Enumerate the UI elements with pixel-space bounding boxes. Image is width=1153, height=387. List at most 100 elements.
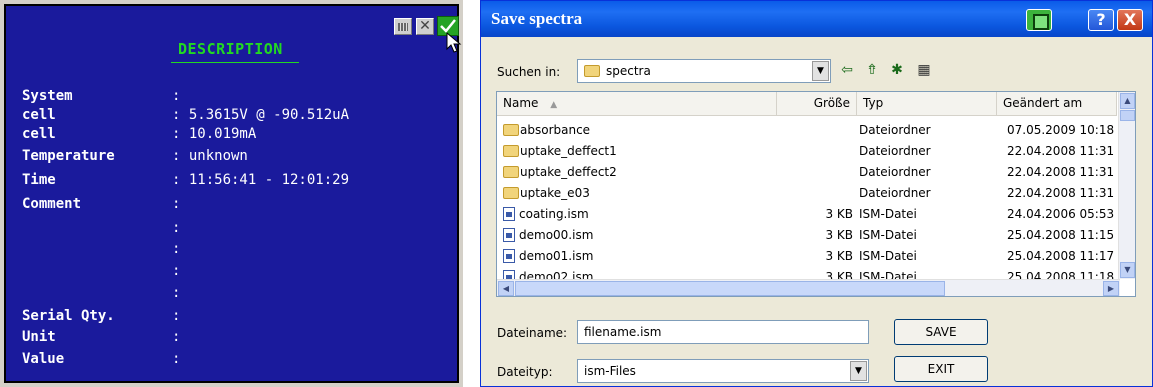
- close-button[interactable]: X: [1117, 9, 1143, 31]
- ism-file-icon: [503, 228, 515, 242]
- file-type: Dateiordner: [859, 186, 931, 200]
- file-name-text: absorbance: [520, 123, 591, 137]
- lookin-label: Suchen in:: [497, 65, 561, 79]
- lookin-dropdown[interactable]: spectra ▼: [577, 59, 831, 83]
- file-name: uptake_e03: [503, 183, 783, 204]
- field-value: : 10.019mA: [172, 126, 257, 142]
- filetype-dropdown[interactable]: ism-Files ▼: [577, 359, 869, 383]
- field-value: :: [172, 220, 181, 236]
- scroll-right-icon[interactable]: ▶: [1103, 281, 1119, 296]
- vertical-scrollbar[interactable]: ▲ ▼: [1118, 92, 1135, 279]
- file-type: Dateiordner: [859, 165, 931, 179]
- field-value: :: [172, 196, 181, 212]
- view-menu-icon[interactable]: ▦: [913, 60, 935, 80]
- file-size: 3 KB: [825, 249, 853, 263]
- filename-input[interactable]: [577, 320, 869, 344]
- folder-icon: [503, 166, 519, 178]
- file-name: coating.ism: [503, 204, 783, 225]
- file-row[interactable]: uptake_deffect1 Dateiordner 22.04.2008 11:…: [497, 141, 1117, 162]
- horizontal-scrollbar[interactable]: ◀ ▶: [497, 279, 1120, 296]
- field-label: Temperature: [22, 148, 115, 164]
- folder-icon: [503, 145, 519, 157]
- field-value: : unknown: [172, 148, 248, 164]
- field-label: Comment: [22, 196, 82, 212]
- file-name-text: demo01.ism: [519, 249, 594, 263]
- field-label: Unit: [22, 329, 56, 345]
- field-value: :: [172, 329, 181, 345]
- save-spectra-dialog: Save spectra ? X Suchen in: spectra ▼ ⇦ …: [480, 0, 1153, 387]
- description-screen: DESCRIPTION ✕ System: cell : 5.3615V @ -90…: [4, 4, 462, 383]
- column-size[interactable]: Größe: [777, 92, 857, 115]
- file-name-text: coating.ism: [519, 207, 589, 221]
- scroll-down-icon[interactable]: ▼: [1120, 262, 1135, 278]
- save-button[interactable]: SAVE: [894, 319, 988, 345]
- title-underline: [171, 62, 299, 63]
- dialog-title: Save spectra: [491, 9, 583, 28]
- scroll-thumb[interactable]: [515, 281, 945, 296]
- column-name[interactable]: Name ▲: [497, 92, 777, 115]
- scroll-thumb[interactable]: [1120, 110, 1135, 121]
- column-date[interactable]: Geändert am: [997, 92, 1117, 115]
- file-name: uptake_deffect2: [503, 162, 783, 183]
- field-value: : 5.3615V @ -90.512uA: [172, 107, 350, 123]
- back-arrow-icon[interactable]: ⇦: [836, 60, 858, 80]
- chevron-down-icon[interactable]: ▼: [812, 61, 829, 81]
- chevron-down-icon[interactable]: ▼: [850, 361, 867, 381]
- field-value: :: [172, 351, 181, 367]
- file-row[interactable]: uptake_e03 Dateiordner 22.04.2008 11:31: [497, 183, 1117, 204]
- file-date: 22.04.2008 11:31: [1007, 165, 1115, 179]
- field-label: cell: [22, 126, 56, 142]
- file-name-text: uptake_deffect2: [520, 165, 617, 179]
- filetype-value: ism-Files: [584, 364, 636, 378]
- field-value: :: [172, 241, 181, 257]
- file-name-text: uptake_e03: [520, 186, 590, 200]
- dialog-titlebar[interactable]: Save spectra ? X: [481, 1, 1152, 37]
- file-row[interactable]: uptake_deffect2 Dateiordner 22.04.2008 11:…: [497, 162, 1117, 183]
- field-value: :: [172, 308, 181, 324]
- lookin-value: spectra: [606, 64, 651, 78]
- file-type: ISM-Datei: [859, 228, 917, 242]
- mouse-cursor-icon: [446, 32, 462, 53]
- file-name: absorbance: [503, 120, 783, 141]
- file-date: 07.05.2009 10:18: [1007, 123, 1115, 137]
- folder-icon: [503, 124, 519, 136]
- filename-label: Dateiname:: [497, 326, 568, 340]
- print-icon[interactable]: [1026, 9, 1052, 31]
- file-name-text: demo00.ism: [519, 228, 594, 242]
- field-label: Serial Qty.: [22, 308, 115, 324]
- file-size: 3 KB: [825, 228, 853, 242]
- up-folder-icon[interactable]: ⇮: [861, 60, 883, 80]
- new-folder-icon[interactable]: ✱: [886, 60, 908, 80]
- file-name: uptake_deffect1: [503, 141, 783, 162]
- file-row[interactable]: coating.ism 3 KB ISM-Datei 24.04.2006 05:53: [497, 204, 1117, 225]
- field-value: :: [172, 285, 181, 301]
- description-title: DESCRIPTION: [178, 40, 283, 58]
- file-list[interactable]: Name ▲ Größe Typ Geändert am absorbance D…: [496, 91, 1136, 297]
- scroll-up-icon[interactable]: ▲: [1120, 93, 1135, 109]
- file-size: 3 KB: [825, 207, 853, 221]
- file-row[interactable]: absorbance Dateiordner 07.05.2009 10:18: [497, 120, 1117, 141]
- field-label: Value: [22, 351, 65, 367]
- grid-icon[interactable]: [394, 18, 412, 35]
- field-label: Time: [22, 172, 56, 188]
- file-date: 24.04.2006 05:53: [1007, 207, 1115, 221]
- file-name: demo01.ism: [503, 246, 783, 267]
- ism-file-icon: [503, 249, 515, 263]
- field-value: : 11:56:41 - 12:01:29: [172, 172, 350, 188]
- file-row[interactable]: demo01.ism 3 KB ISM-Datei 25.04.2008 11:17: [497, 246, 1117, 267]
- scroll-left-icon[interactable]: ◀: [498, 281, 514, 296]
- field-value: :: [172, 88, 181, 104]
- column-type[interactable]: Typ: [857, 92, 997, 115]
- file-row[interactable]: demo00.ism 3 KB ISM-Datei 25.04.2008 11:15: [497, 225, 1117, 246]
- field-label: System: [22, 88, 73, 104]
- close-icon[interactable]: ✕: [416, 18, 434, 35]
- field-value: :: [172, 263, 181, 279]
- description-panel: DESCRIPTION ✕ System: cell : 5.3615V @ -90…: [0, 0, 463, 387]
- folder-icon: [503, 187, 519, 199]
- help-button[interactable]: ?: [1088, 9, 1114, 31]
- file-date: 22.04.2008 11:31: [1007, 144, 1115, 158]
- sort-up-icon: ▲: [550, 100, 558, 110]
- exit-button[interactable]: EXIT: [894, 356, 988, 382]
- file-date: 25.04.2008 11:17: [1007, 249, 1115, 263]
- ism-file-icon: [503, 207, 515, 221]
